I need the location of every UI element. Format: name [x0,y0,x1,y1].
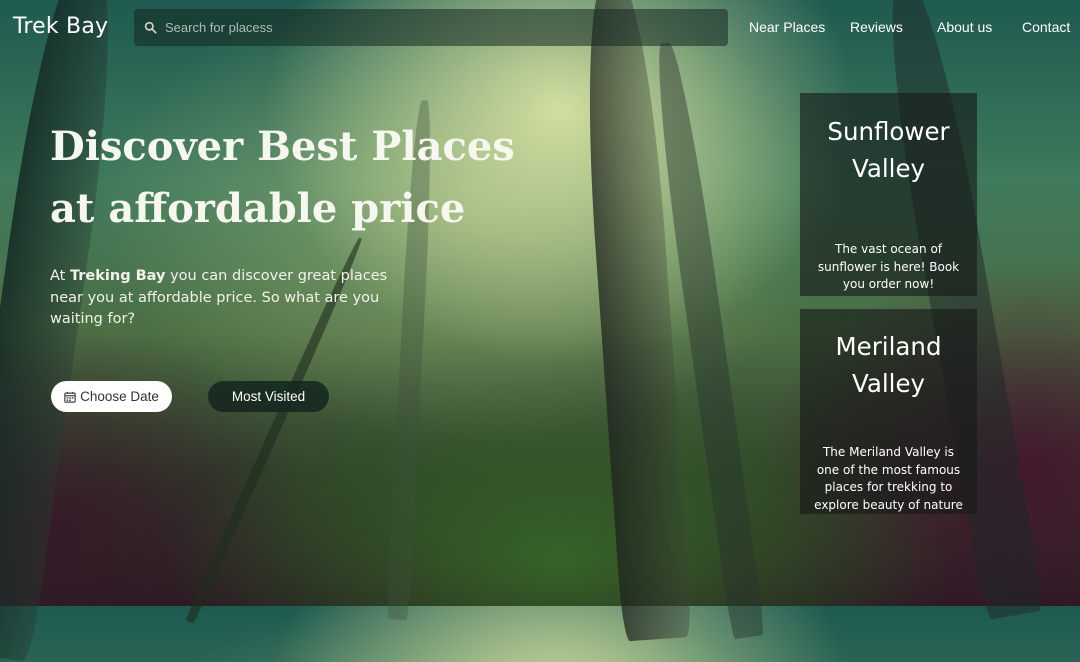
card-title-line: Valley [851,369,926,398]
card-title-line: Valley [851,154,926,183]
nav-about-us[interactable]: About us [937,19,992,35]
card-title: Meriland Valley [800,309,977,402]
search-input[interactable] [163,19,707,36]
search-bar[interactable] [134,9,728,46]
background-tree [0,0,129,662]
place-card-meriland-valley[interactable]: Meriland Valley The Meriland Valley is o… [800,309,977,514]
hero-title: Discover Best Places at affordable price [50,116,570,240]
place-card-sunflower-valley[interactable]: Sunflower Valley The vast ocean of sunfl… [800,93,977,296]
card-description: The vast ocean of sunflower is here! Boo… [817,242,960,291]
nav-reviews[interactable]: Reviews [850,19,903,35]
most-visited-label: Most Visited [231,389,306,404]
hero-title-line: Discover Best Places [50,123,515,170]
card-description: The Meriland Valley is one of the most f… [814,445,963,512]
card-title-line: Meriland [835,332,942,361]
calendar-icon [64,391,76,403]
nav-near-places[interactable]: Near Places [749,19,825,35]
hero-title-line: at affordable price [50,185,466,232]
card-title-line: Sunflower [827,117,950,146]
most-visited-button[interactable]: Most Visited [208,381,329,412]
choose-date-label: Choose Date [80,389,159,404]
hero-brand-highlight: Treking Bay [69,268,166,284]
choose-date-button[interactable]: Choose Date [51,381,172,412]
search-icon [144,21,157,34]
hero-description-text: At [50,268,70,284]
hero-description: At Treking Bay you can discover great pl… [50,266,390,331]
brand-logo[interactable]: Trek Bay [13,14,108,39]
card-title: Sunflower Valley [800,93,977,187]
nav-contact[interactable]: Contact [1022,19,1070,35]
